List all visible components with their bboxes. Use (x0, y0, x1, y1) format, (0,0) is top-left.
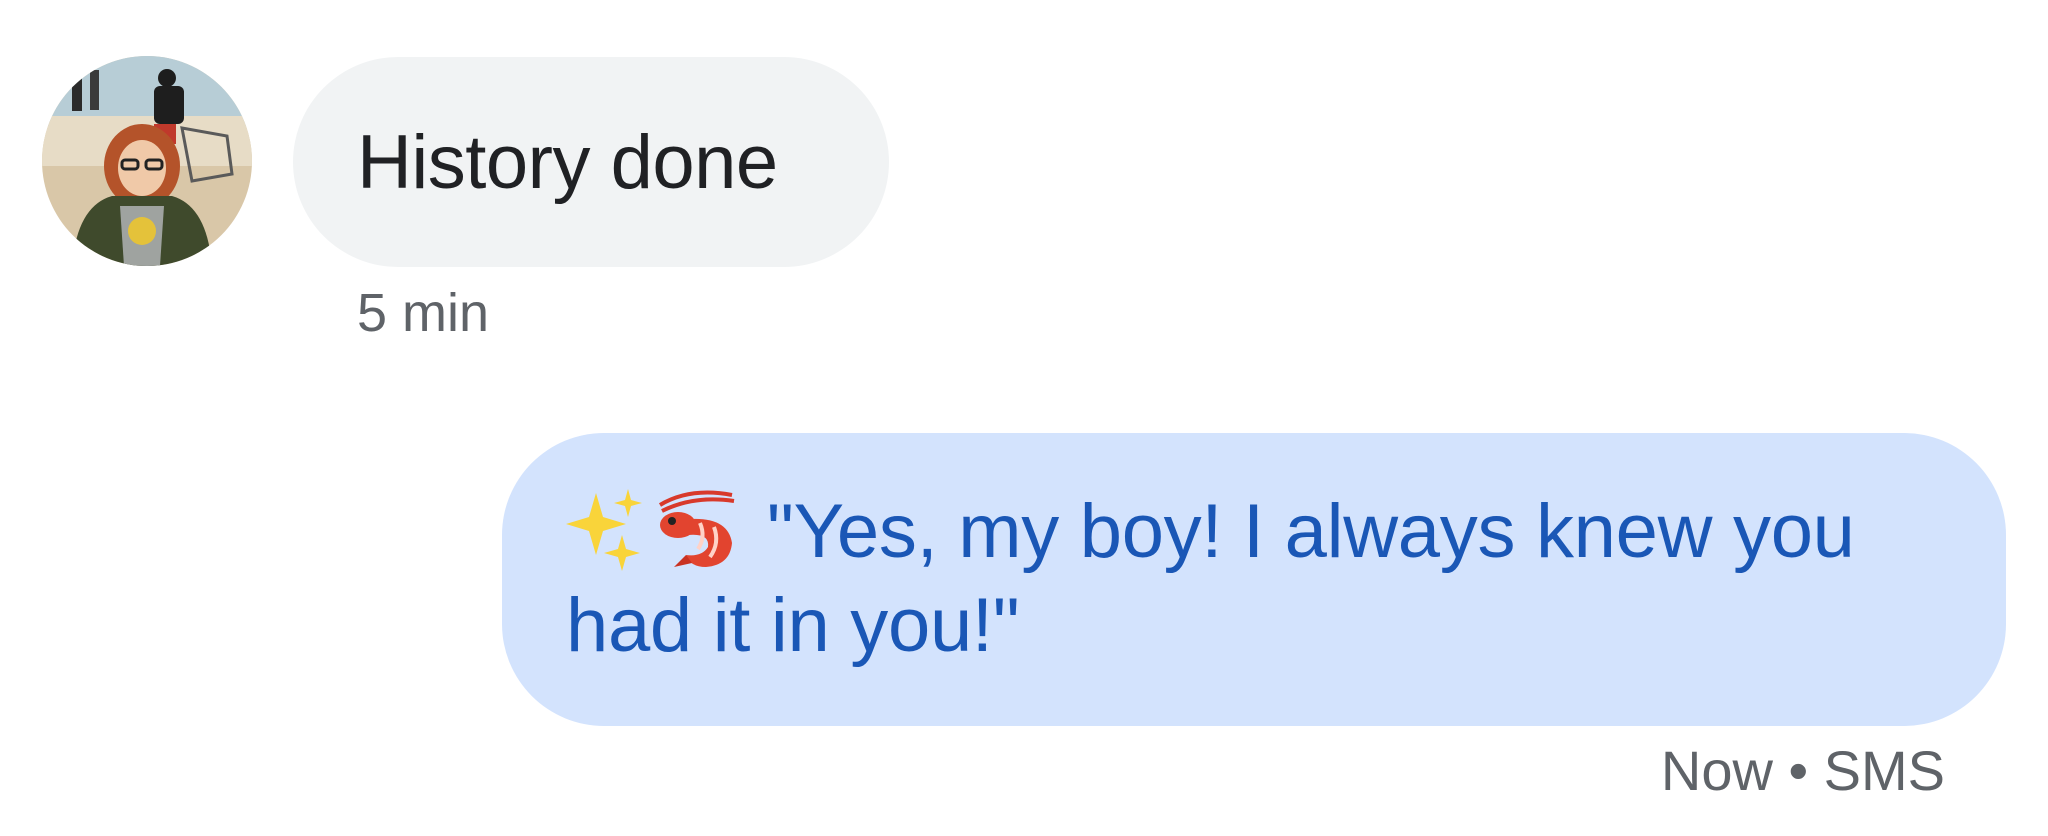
outgoing-message-timestamp: Now (1660, 739, 1773, 802)
outgoing-message-body: "Yes, my boy! I always knew you had it i… (566, 485, 1946, 673)
outgoing-message-status: Now • SMS (1661, 738, 1945, 803)
incoming-message-text: History done (357, 119, 778, 205)
incoming-message-timestamp: 5 min (357, 283, 490, 343)
sparkles-icon (566, 489, 642, 571)
status-separator: • (1788, 739, 1809, 802)
contact-avatar[interactable] (42, 56, 252, 266)
message-channel-label: SMS (1823, 739, 1945, 802)
shrimp-icon (658, 490, 735, 567)
outgoing-message-bubble[interactable]: "Yes, my boy! I always knew you had it i… (502, 433, 2006, 726)
outgoing-message-text: "Yes, my boy! I always knew you had it i… (566, 489, 1855, 668)
incoming-message-bubble[interactable]: History done (293, 57, 889, 267)
contact-photo-icon (42, 56, 252, 266)
